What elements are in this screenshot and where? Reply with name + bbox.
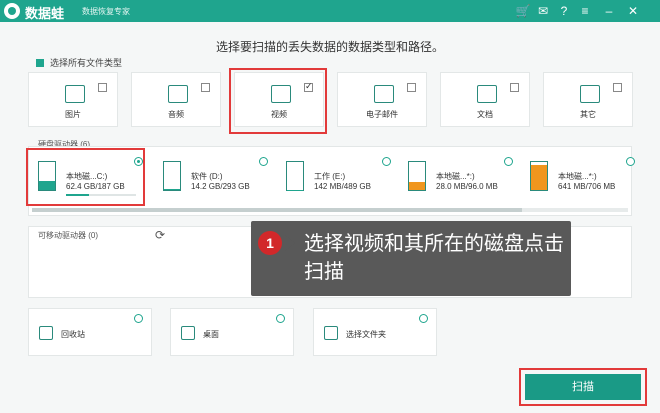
drive-icon xyxy=(408,161,426,191)
drive-name: 工作 (E:) xyxy=(314,172,346,181)
drive-d[interactable]: 软件 (D:) 14.2 GB/293 GB xyxy=(155,151,270,203)
file-type-label: 音频 xyxy=(168,110,184,119)
email-icon xyxy=(374,85,394,103)
cart-icon[interactable]: 🛒 xyxy=(515,3,531,19)
drive-size: 641 MB/706 MB xyxy=(558,182,616,191)
image-icon xyxy=(65,85,85,103)
drive-c-highlight-box xyxy=(26,148,145,206)
file-type-checkbox[interactable] xyxy=(407,83,416,92)
file-type-checkbox[interactable] xyxy=(201,83,210,92)
instruction-tooltip: 1 选择视频和其所在的磁盘点击扫描 xyxy=(251,221,571,296)
location-label: 选择文件夹 xyxy=(346,330,386,339)
file-type-audio[interactable]: 音频 xyxy=(131,72,221,127)
location-label: 桌面 xyxy=(203,330,219,339)
trash-icon xyxy=(39,326,53,340)
file-type-checkbox[interactable] xyxy=(613,83,622,92)
file-type-checkbox[interactable] xyxy=(510,83,519,92)
file-type-email[interactable]: 电子邮件 xyxy=(337,72,427,127)
chat-icon[interactable]: ✉ xyxy=(535,3,551,19)
frog-logo-icon xyxy=(4,3,20,19)
title-bar: 数据蛙 数据恢复专家 🛒 ✉ ? ≡ – ✕ xyxy=(0,0,660,22)
checkbox-icon[interactable] xyxy=(36,58,44,67)
drive-radio[interactable] xyxy=(504,157,513,166)
file-type-checkbox[interactable] xyxy=(98,83,107,92)
video-highlight-box xyxy=(229,68,327,134)
location-radio[interactable] xyxy=(419,314,428,323)
location-select-folder[interactable]: 选择文件夹 xyxy=(313,308,437,356)
minimize-icon[interactable]: – xyxy=(601,3,617,19)
drive-radio[interactable] xyxy=(259,157,268,166)
select-all-label: 选择所有文件类型 xyxy=(50,58,123,68)
refresh-icon[interactable]: ⟳ xyxy=(155,228,165,242)
select-all-checkbox[interactable]: 选择所有文件类型 xyxy=(36,56,122,69)
drive-name: 本地磁...*:) xyxy=(436,172,475,181)
drive-size: 142 MB/489 GB xyxy=(314,182,371,191)
step-number-badge: 1 xyxy=(258,231,282,255)
drive-size: 28.0 MB/96.0 MB xyxy=(436,182,498,191)
help-icon[interactable]: ? xyxy=(556,3,572,19)
location-radio[interactable] xyxy=(134,314,143,323)
desktop-icon xyxy=(181,326,195,340)
location-desktop[interactable]: 桌面 xyxy=(170,308,294,356)
file-type-label: 电子邮件 xyxy=(366,110,398,119)
drive-name: 本地磁...*:) xyxy=(558,172,597,181)
file-type-document[interactable]: 文档 xyxy=(440,72,530,127)
drive-radio[interactable] xyxy=(382,157,391,166)
tooltip-text: 选择视频和其所在的磁盘点击扫描 xyxy=(304,233,564,283)
close-icon[interactable]: ✕ xyxy=(625,3,641,19)
page-title: 选择要扫描的丢失数据的数据类型和路径。 xyxy=(215,40,444,54)
drive-icon xyxy=(163,161,181,191)
document-icon xyxy=(477,85,497,103)
drive-usage-fill xyxy=(531,164,547,190)
scrollbar-thumb[interactable] xyxy=(32,208,522,212)
menu-icon[interactable]: ≡ xyxy=(577,3,593,19)
file-type-label: 文档 xyxy=(477,110,493,119)
location-recycle-bin[interactable]: 回收站 xyxy=(28,308,152,356)
folder-icon xyxy=(324,326,338,340)
location-radio[interactable] xyxy=(276,314,285,323)
drive-size: 14.2 GB/293 GB xyxy=(191,182,250,191)
file-type-label: 图片 xyxy=(65,110,81,119)
audio-icon xyxy=(168,85,188,103)
drive-icon xyxy=(286,161,304,191)
drives-scrollbar[interactable] xyxy=(32,208,628,212)
drive-e[interactable]: 工作 (E:) 142 MB/489 GB xyxy=(278,151,393,203)
file-type-other[interactable]: 其它 xyxy=(543,72,633,127)
drive-local-4[interactable]: 本地磁...*:) 28.0 MB/96.0 MB xyxy=(400,151,515,203)
drive-local-5[interactable]: 本地磁...*:) 641 MB/706 MB xyxy=(522,151,637,203)
file-type-image[interactable]: 图片 xyxy=(28,72,118,127)
app-subtitle: 数据恢复专家 xyxy=(82,7,130,16)
drive-usage-fill xyxy=(164,188,180,190)
tooltip-arrow-icon xyxy=(285,235,295,251)
app-name: 数据蛙 xyxy=(25,6,65,21)
drive-radio[interactable] xyxy=(626,157,635,166)
location-label: 回收站 xyxy=(61,330,85,339)
drive-icon xyxy=(530,161,548,191)
drive-usage-fill xyxy=(409,181,425,190)
drive-name: 软件 (D:) xyxy=(191,172,223,181)
removable-drives-label: 可移动驱动器 (0) xyxy=(38,231,98,240)
other-icon xyxy=(580,85,600,103)
file-type-label: 其它 xyxy=(580,110,596,119)
scan-highlight-box xyxy=(519,368,647,406)
